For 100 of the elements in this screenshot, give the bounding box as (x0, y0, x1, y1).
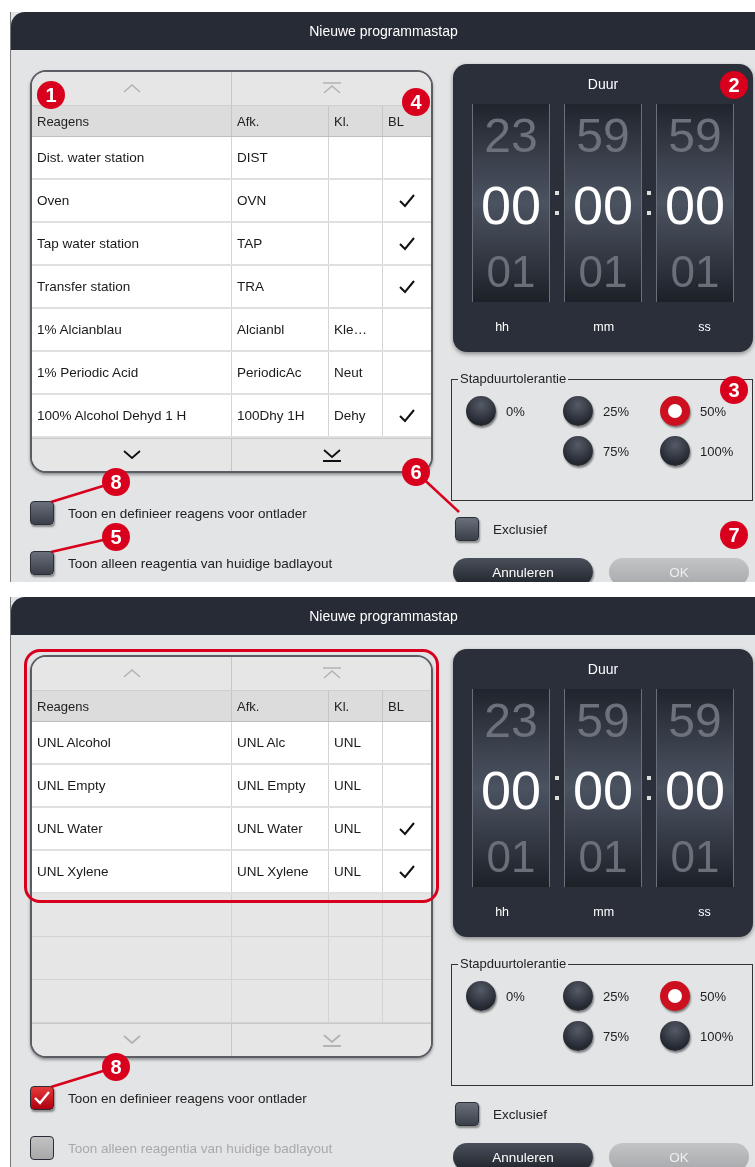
time-value: 00 (480, 763, 542, 817)
group-title: Stapduurtolerantie (458, 956, 569, 971)
option-label: 50% (700, 988, 727, 1004)
table-row[interactable]: Tap water station TAP (32, 223, 431, 266)
time-drum[interactable]: 59 00 01 (656, 689, 734, 887)
time-drum[interactable]: 23 00 01 (472, 104, 550, 302)
callout-number: 3 (720, 376, 748, 404)
table-cell: 100% Alcohol Dehyd 1 H (37, 408, 187, 423)
table-row[interactable]: UNL Xylene UNL Xylene UNL (32, 851, 431, 894)
checkbox-label: Toon en definieer reagens voor ontlader (68, 1090, 307, 1106)
checkbox[interactable] (30, 551, 54, 575)
column-header: Reagens (36, 112, 91, 131)
time-drum[interactable]: 59 00 01 (656, 104, 734, 302)
table-row[interactable]: 100% Alcohol Dehyd 1 H 100Dhy 1H Dehy (32, 395, 431, 438)
unit-label: ss (698, 905, 711, 919)
previous-value: 59 (576, 697, 630, 745)
duration-title: Duur (587, 76, 619, 92)
checkbox[interactable] (30, 1086, 54, 1110)
next-value: 01 (670, 250, 720, 294)
time-value: 00 (480, 178, 542, 232)
checkbox-label: Toon alleen reagentia van huidige badlayout (68, 555, 333, 571)
checkbox[interactable] (30, 501, 54, 525)
radio-button[interactable] (563, 396, 593, 426)
table-cell: Dehy (334, 408, 366, 423)
previous-value: 23 (484, 697, 538, 745)
table-cell: UNL Alcohol (37, 735, 111, 750)
next-value: 01 (486, 835, 536, 879)
time-value: 00 (572, 178, 634, 232)
radio-button[interactable] (466, 981, 496, 1011)
column-header: Reagens (36, 697, 91, 716)
cancel-button[interactable]: Annuleren (453, 1143, 593, 1167)
radio-button[interactable] (563, 981, 593, 1011)
table-cell: UNL (334, 821, 361, 836)
unit-label: mm (593, 905, 615, 919)
option-label: 100% (700, 443, 734, 459)
radio-button[interactable] (660, 436, 690, 466)
table-row[interactable]: UNL Empty UNL Empty UNL (32, 765, 431, 808)
checkbox-label: Toon alleen reagentia van huidige badlayout (68, 1140, 333, 1156)
table-cell: Kle… (334, 322, 367, 337)
dialog-title: Nieuwe programmastap (11, 12, 755, 50)
table-cell: UNL Alc (237, 735, 286, 750)
callout-number: 8 (102, 1053, 130, 1081)
callout-number: 5 (102, 523, 130, 551)
table-cell: Oven (37, 193, 70, 208)
time-drum[interactable]: 59 00 01 (564, 689, 642, 887)
time-drum[interactable]: 59 00 01 (564, 104, 642, 302)
unit-label: hh (495, 320, 510, 334)
time-drum[interactable]: 23 00 01 (472, 689, 550, 887)
checkbox[interactable] (455, 1102, 479, 1126)
next-value: 01 (486, 250, 536, 294)
dialog-title: Nieuwe programmastap (11, 597, 755, 635)
table-cell: UNL (334, 864, 361, 879)
table-row[interactable]: Dist. water station DIST (32, 137, 431, 180)
table-cell: Tap water station (37, 236, 140, 251)
next-value: 01 (578, 835, 628, 879)
table-row[interactable]: UNL Alcohol UNL Alc UNL (32, 722, 431, 765)
table-row[interactable]: 1% Periodic Acid PeriodicAc Neut (32, 352, 431, 395)
previous-value: 59 (576, 112, 630, 160)
column-header: Kl. (328, 106, 382, 136)
previous-value: 23 (484, 112, 538, 160)
duration-title: Duur (587, 661, 619, 677)
table-cell: UNL Empty (237, 778, 306, 793)
option-label: 50% (700, 403, 727, 419)
callout-number: 7 (720, 521, 748, 549)
table-cell: Dist. water station (37, 150, 145, 165)
column-header: BL (382, 691, 431, 721)
table-row[interactable]: Transfer station TRA (32, 266, 431, 309)
radio-button[interactable] (660, 1021, 690, 1051)
table-cell: OVN (237, 193, 267, 208)
table-cell: 100Dhy 1H (237, 408, 305, 423)
table-cell: 1% Periodic Acid (37, 365, 139, 380)
checkbox-label: Exclusief (493, 1106, 548, 1122)
table-row[interactable]: 1% Alcianblau Alcianbl Kle… (32, 309, 431, 352)
table-row[interactable]: Oven OVN (32, 180, 431, 223)
unit-label: ss (698, 320, 711, 334)
cancel-button[interactable]: Annuleren (453, 558, 593, 582)
colon-icon (554, 776, 560, 800)
radio-button[interactable] (660, 981, 690, 1011)
radio-button[interactable] (466, 396, 496, 426)
unit-label: mm (593, 320, 615, 334)
colon-icon (646, 776, 652, 800)
callout-number: 6 (402, 458, 430, 486)
column-header: Kl. (328, 691, 382, 721)
table-cell: Neut (334, 365, 363, 380)
checkbox[interactable] (455, 517, 479, 541)
radio-button[interactable] (660, 396, 690, 426)
table-cell: UNL Xylene (37, 864, 109, 879)
next-value: 01 (578, 250, 628, 294)
table-row[interactable]: UNL Water UNL Water UNL (32, 808, 431, 851)
option-label: 25% (603, 403, 630, 419)
table-cell: UNL Xylene (237, 864, 309, 879)
table-cell: UNL Water (237, 821, 303, 836)
option-label: 0% (506, 403, 525, 419)
callout-number: 8 (102, 468, 130, 496)
time-value: 00 (664, 178, 726, 232)
option-label: 75% (603, 1028, 630, 1044)
table-cell: UNL Water (37, 821, 103, 836)
radio-button[interactable] (563, 1021, 593, 1051)
radio-button[interactable] (563, 436, 593, 466)
unit-label: hh (495, 905, 510, 919)
